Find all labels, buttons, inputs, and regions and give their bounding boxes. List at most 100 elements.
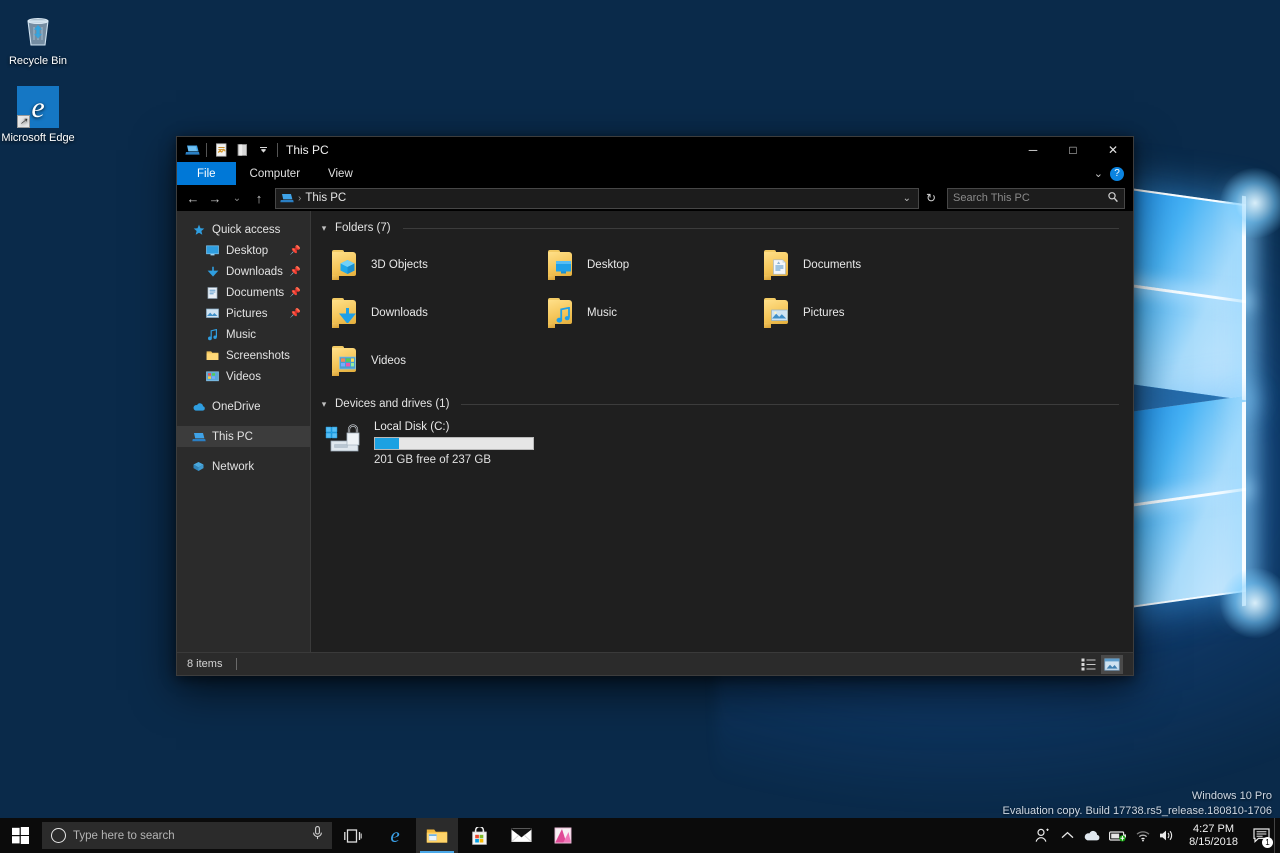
- customize-chevron-icon[interactable]: [253, 140, 273, 160]
- folder-item-music[interactable]: Music: [537, 289, 753, 337]
- microsoft-store-icon: [471, 827, 488, 845]
- sidebar-item-downloads[interactable]: Downloads 📌: [177, 261, 310, 282]
- drive-free-space-text: 201 GB free of 237 GB: [374, 454, 534, 466]
- sidebar-item-screenshots[interactable]: Screenshots: [177, 345, 310, 366]
- folder-label: Downloads: [371, 307, 428, 319]
- folder-item-downloads[interactable]: Downloads: [321, 289, 537, 337]
- battery-icon[interactable]: [1105, 818, 1131, 853]
- sidebar-item-label: Pictures: [226, 308, 268, 320]
- clock-time: 4:27 PM: [1193, 823, 1234, 836]
- start-button[interactable]: [0, 818, 40, 853]
- sidebar-item-pictures[interactable]: Pictures 📌: [177, 303, 310, 324]
- pin-icon[interactable]: 📌: [290, 266, 301, 277]
- file-explorer-button[interactable]: [416, 818, 458, 853]
- sidebar-item-this-pc[interactable]: This PC: [177, 426, 310, 447]
- back-button[interactable]: ←: [183, 188, 203, 208]
- taskbar-clock[interactable]: 4:27 PM 8/15/2018: [1179, 818, 1248, 853]
- sidebar-item-quick-access[interactable]: Quick access: [177, 219, 310, 240]
- breadcrumb-separator[interactable]: ›: [298, 193, 301, 204]
- desktop-icon-microsoft-edge[interactable]: e ↗ Microsoft Edge: [0, 85, 76, 145]
- group-divider: [461, 404, 1119, 405]
- group-header-folders[interactable]: ▾ Folders (7): [311, 219, 1133, 237]
- drive-item-local-disk-c[interactable]: Local Disk (C:) 201 GB free of 237 GB: [311, 413, 1133, 466]
- volume-icon[interactable]: [1155, 818, 1179, 853]
- item-count-label: 8 items: [187, 658, 222, 670]
- sidebar-item-desktop[interactable]: Desktop 📌: [177, 240, 310, 261]
- documents-icon: [205, 285, 220, 300]
- microphone-icon[interactable]: [312, 826, 323, 845]
- sidebar-item-label: OneDrive: [212, 401, 261, 413]
- show-hidden-icons-icon[interactable]: [1055, 818, 1079, 853]
- action-center-button[interactable]: 1: [1248, 818, 1274, 853]
- microsoft-edge-button[interactable]: e: [374, 818, 416, 853]
- close-button[interactable]: ✕: [1093, 137, 1133, 162]
- search-box[interactable]: [947, 188, 1125, 209]
- drive-label: Local Disk (C:): [374, 421, 534, 433]
- windows-logo-wallpaper: [1128, 196, 1280, 656]
- pin-icon[interactable]: 📌: [290, 245, 301, 256]
- photos-button[interactable]: [542, 818, 584, 853]
- onedrive-icon[interactable]: [1079, 818, 1105, 853]
- breadcrumb-pc-icon[interactable]: [280, 192, 294, 204]
- sidebar-item-label: Screenshots: [226, 350, 290, 362]
- this-pc-icon[interactable]: [182, 140, 202, 160]
- folder-icon: [205, 348, 220, 363]
- large-icons-view-button[interactable]: [1101, 655, 1123, 674]
- tab-file[interactable]: File: [177, 162, 236, 185]
- group-header-devices[interactable]: ▾ Devices and drives (1): [311, 395, 1133, 413]
- details-view-button[interactable]: [1077, 655, 1099, 674]
- chevron-down-icon[interactable]: ▾: [319, 223, 329, 234]
- properties-icon[interactable]: [211, 140, 231, 160]
- new-folder-icon[interactable]: [232, 140, 252, 160]
- show-desktop-button[interactable]: [1274, 818, 1280, 853]
- folder-item-videos[interactable]: Videos: [321, 337, 537, 385]
- maximize-button[interactable]: □: [1053, 137, 1093, 162]
- pin-icon[interactable]: 📌: [290, 308, 301, 319]
- sidebar-item-documents[interactable]: Documents 📌: [177, 282, 310, 303]
- toolbar-separator: [206, 143, 207, 157]
- sidebar-item-onedrive[interactable]: OneDrive: [177, 396, 310, 417]
- search-input[interactable]: [953, 192, 1107, 204]
- cortana-icon: [51, 828, 66, 843]
- people-icon[interactable]: [1031, 818, 1055, 853]
- recent-locations-button[interactable]: ⌄: [227, 188, 247, 208]
- cortana-search-box[interactable]: [42, 822, 332, 849]
- tab-computer[interactable]: Computer: [236, 162, 315, 185]
- file-explorer-icon: [426, 827, 448, 845]
- taskbar-search-input[interactable]: [73, 830, 305, 842]
- sidebar-item-music[interactable]: Music: [177, 324, 310, 345]
- address-bar[interactable]: › This PC ⌄: [275, 188, 919, 209]
- window-titlebar[interactable]: This PC ─ □ ✕: [177, 137, 1133, 162]
- network-wifi-icon[interactable]: [1131, 818, 1155, 853]
- content-pane[interactable]: ▾ Folders (7) 3D Objects: [311, 211, 1133, 652]
- chevron-down-icon[interactable]: ▾: [319, 399, 329, 410]
- breadcrumb-item-this-pc[interactable]: This PC: [305, 192, 346, 204]
- tab-view[interactable]: View: [314, 162, 367, 185]
- task-view-button[interactable]: [332, 818, 374, 853]
- refresh-button[interactable]: ↻: [921, 188, 941, 208]
- folder-item-documents[interactable]: Documents: [753, 241, 969, 289]
- nav-spacer-3: [177, 447, 310, 456]
- up-button[interactable]: ↑: [249, 188, 269, 208]
- sidebar-item-label: Quick access: [212, 224, 280, 236]
- group-title: Folders (7): [335, 222, 391, 234]
- folder-item-pictures[interactable]: Pictures: [753, 289, 969, 337]
- search-icon[interactable]: [1107, 191, 1119, 206]
- microsoft-edge-icon: e: [390, 823, 399, 848]
- pin-icon[interactable]: 📌: [290, 287, 301, 298]
- ribbon-tabs: File Computer View ⌄ ?: [177, 162, 1133, 185]
- address-dropdown-icon[interactable]: ⌄: [903, 193, 911, 204]
- forward-button[interactable]: →: [205, 188, 225, 208]
- mail-button[interactable]: [500, 818, 542, 853]
- shortcut-arrow-icon: ↗: [17, 115, 30, 128]
- folder-item-desktop[interactable]: Desktop: [537, 241, 753, 289]
- minimize-button[interactable]: ─: [1013, 137, 1053, 162]
- sidebar-item-videos[interactable]: Videos: [177, 366, 310, 387]
- chevron-down-icon[interactable]: ⌄: [1094, 167, 1103, 180]
- sidebar-item-network[interactable]: Network: [177, 456, 310, 477]
- help-icon[interactable]: ?: [1110, 167, 1124, 181]
- sidebar-item-label: Desktop: [226, 245, 268, 257]
- microsoft-store-button[interactable]: [458, 818, 500, 853]
- desktop-icon-recycle-bin[interactable]: Recycle Bin: [0, 8, 76, 68]
- folder-item-3d-objects[interactable]: 3D Objects: [321, 241, 537, 289]
